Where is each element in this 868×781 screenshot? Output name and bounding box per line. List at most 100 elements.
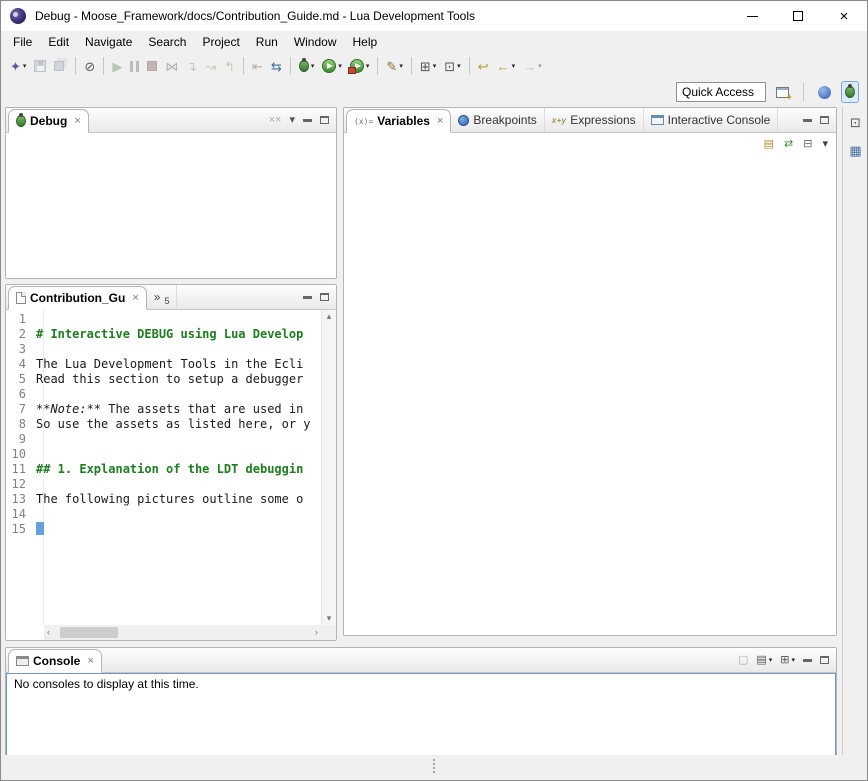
tab-variables[interactable]: (x)=Variables×: [346, 109, 451, 133]
tab-console[interactable]: Console ×: [8, 649, 102, 673]
maximize-view-button[interactable]: [320, 293, 329, 301]
drop-to-frame-button[interactable]: ⇤: [248, 55, 267, 77]
line-code[interactable]: [36, 387, 321, 402]
line-code[interactable]: [36, 432, 321, 447]
scrollbar-thumb[interactable]: [60, 627, 118, 638]
external-tools-button[interactable]: ▾: [346, 55, 374, 77]
scroll-up-icon[interactable]: ▴: [327, 312, 332, 321]
close-icon[interactable]: ×: [437, 115, 443, 127]
suspend-button[interactable]: [126, 55, 143, 77]
menu-project[interactable]: Project: [194, 32, 247, 52]
terminate-button[interactable]: [143, 55, 161, 77]
show-type-names-icon[interactable]: ⇄: [784, 139, 793, 150]
skip-all-breakpoints-button[interactable]: ⊘: [80, 55, 99, 77]
dropdown-arrow-icon[interactable]: ▾: [791, 657, 795, 664]
editor-overflow-tab[interactable]: »5: [147, 285, 178, 309]
collapse-all-icon[interactable]: ⊟: [803, 139, 812, 150]
menu-run[interactable]: Run: [248, 32, 286, 52]
maximize-view-button[interactable]: [320, 116, 329, 124]
dropdown-arrow-icon[interactable]: ▾: [538, 62, 542, 70]
menu-search[interactable]: Search: [140, 32, 194, 52]
dropdown-arrow-icon[interactable]: ▾: [366, 62, 370, 70]
search-button[interactable]: ✎▾: [382, 55, 406, 77]
dropdown-arrow-icon[interactable]: ▾: [338, 62, 342, 70]
minimize-view-button[interactable]: [303, 119, 312, 122]
save-button[interactable]: [30, 55, 50, 77]
view-menu-icon[interactable]: ▾: [289, 115, 295, 126]
maximize-view-button[interactable]: [820, 656, 829, 664]
editor-horizontal-scrollbar[interactable]: ‹ ›: [44, 625, 321, 640]
debug-perspective-button[interactable]: [841, 81, 859, 103]
tab-interactive-console[interactable]: Interactive Console: [644, 108, 779, 132]
line-code[interactable]: [36, 507, 321, 522]
scroll-down-icon[interactable]: ▾: [327, 614, 332, 623]
dropdown-arrow-icon[interactable]: ▾: [311, 62, 315, 70]
open-console-button[interactable]: ⊞ ▾: [780, 655, 795, 666]
line-code[interactable]: Read this section to setup a debugger: [36, 372, 321, 387]
tab-breakpoints[interactable]: Breakpoints: [451, 108, 544, 132]
step-into-button[interactable]: ↴: [182, 55, 201, 77]
minimize-button[interactable]: [729, 1, 775, 31]
disconnect-button[interactable]: ⋈: [161, 55, 182, 77]
open-perspective-button[interactable]: [772, 81, 793, 103]
display-selected-console-button[interactable]: ▤ ▾: [756, 655, 772, 666]
use-step-filters-button[interactable]: ⇆: [267, 55, 286, 77]
show-logical-structures-icon[interactable]: ▤: [764, 139, 774, 150]
remove-all-terminated-button[interactable]: ××: [269, 115, 282, 126]
dropdown-arrow-icon[interactable]: ▾: [433, 62, 437, 70]
menu-help[interactable]: Help: [345, 32, 386, 52]
line-code[interactable]: The Lua Development Tools in the Ecli: [36, 357, 321, 372]
menu-navigate[interactable]: Navigate: [77, 32, 140, 52]
dropdown-arrow-icon[interactable]: ▾: [23, 62, 27, 70]
line-code[interactable]: **Note:** The assets that are used in: [36, 402, 321, 417]
new-button[interactable]: ✦▾: [6, 55, 30, 77]
menu-edit[interactable]: Edit: [40, 32, 77, 52]
forward-button[interactable]: →▾: [519, 55, 546, 77]
run-button[interactable]: ▾: [318, 55, 346, 77]
line-code[interactable]: # Interactive DEBUG using Lua Develop: [36, 327, 321, 342]
maximize-button[interactable]: [775, 1, 821, 31]
step-over-button[interactable]: ↝: [201, 55, 220, 77]
tab-expressions[interactable]: x+yExpressions: [545, 108, 644, 132]
maximize-view-button[interactable]: [820, 116, 829, 124]
new-wizard-button[interactable]: ⊞▾: [416, 55, 440, 77]
variables-view-body[interactable]: [344, 155, 836, 635]
dropdown-arrow-icon[interactable]: ▾: [769, 657, 773, 664]
line-code[interactable]: [36, 312, 321, 327]
debug-button[interactable]: ▾: [295, 55, 319, 77]
resume-button[interactable]: ▶: [108, 55, 126, 77]
scroll-right-icon[interactable]: ›: [315, 628, 318, 637]
close-icon[interactable]: ×: [87, 655, 93, 667]
last-edit-location-button[interactable]: ↩: [474, 55, 493, 77]
view-menu-icon[interactable]: ▾: [822, 139, 828, 150]
debug-view-body[interactable]: [6, 133, 336, 278]
editor-body[interactable]: 12# Interactive DEBUG using Lua Develop3…: [6, 310, 336, 640]
lua-perspective-button[interactable]: [814, 81, 835, 103]
line-code[interactable]: ## 1. Explanation of the LDT debuggin: [36, 462, 321, 477]
clear-console-button[interactable]: ▢: [738, 655, 748, 666]
line-code[interactable]: [36, 447, 321, 462]
menu-file[interactable]: File: [5, 32, 40, 52]
restore-view-button[interactable]: ⊡: [850, 115, 861, 131]
editor-vertical-scrollbar[interactable]: ▴ ▾: [321, 310, 336, 625]
tab-contribution-guide[interactable]: Contribution_Gu ×: [8, 286, 147, 310]
step-return-button[interactable]: ↰: [220, 55, 239, 77]
dropdown-arrow-icon[interactable]: ▾: [399, 62, 403, 70]
line-code[interactable]: So use the assets as listed here, or y: [36, 417, 321, 432]
scrollbar-track[interactable]: [50, 627, 315, 638]
line-code[interactable]: [36, 342, 321, 357]
save-all-button[interactable]: [50, 55, 71, 77]
line-code[interactable]: [36, 522, 321, 537]
editor-lines[interactable]: 12# Interactive DEBUG using Lua Develop3…: [6, 312, 321, 537]
menu-window[interactable]: Window: [286, 32, 345, 52]
open-wizard-button[interactable]: ⊡▾: [440, 55, 464, 77]
console-body[interactable]: No consoles to display at this time.: [6, 673, 836, 756]
close-icon[interactable]: ×: [132, 292, 138, 304]
drag-handle[interactable]: [433, 759, 435, 761]
close-button[interactable]: ×: [821, 1, 867, 31]
line-code[interactable]: [36, 477, 321, 492]
back-button[interactable]: ←▾: [493, 55, 520, 77]
minimize-view-button[interactable]: [803, 659, 812, 662]
dropdown-arrow-icon[interactable]: ▾: [457, 62, 461, 70]
line-code[interactable]: The following pictures outline some o: [36, 492, 321, 507]
